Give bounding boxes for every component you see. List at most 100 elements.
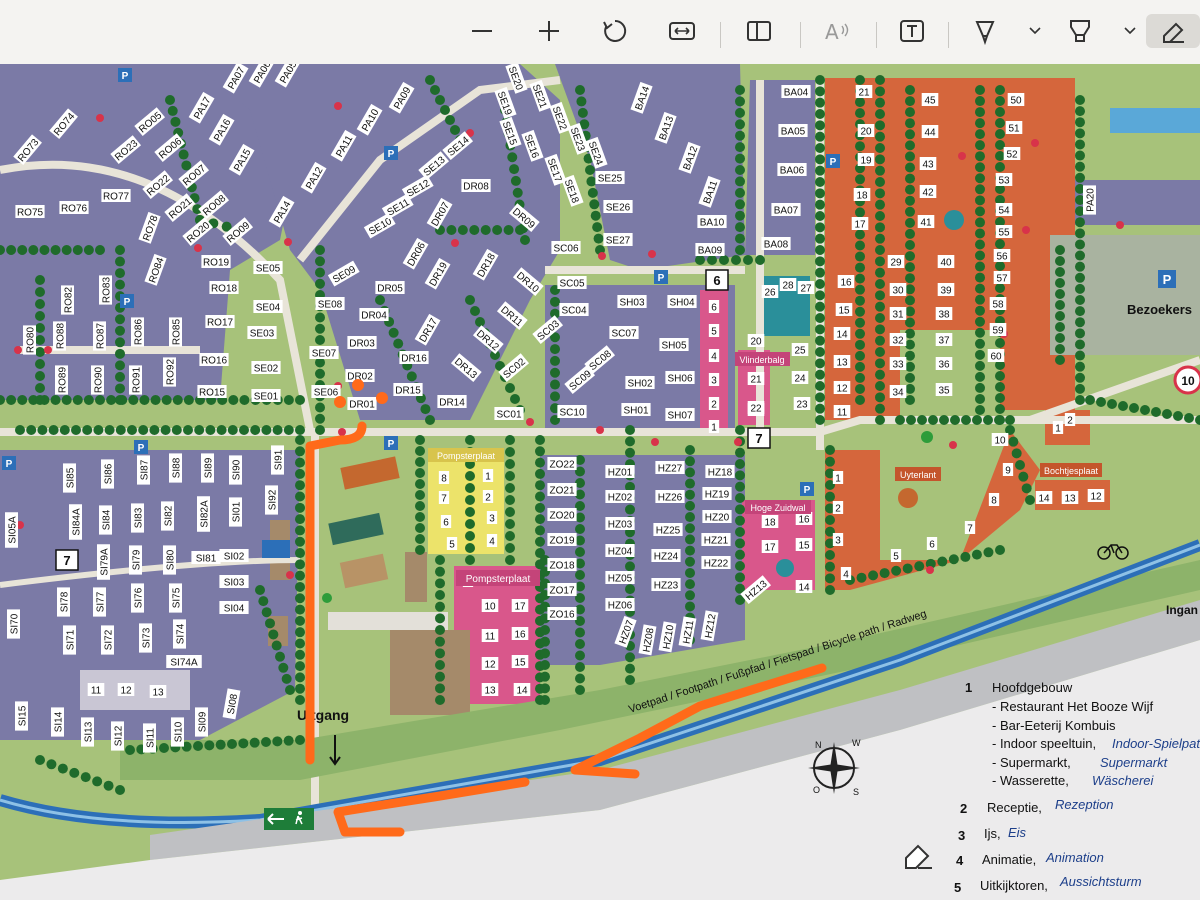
legend-de-3: Eis: [1008, 825, 1027, 840]
tree-dot: [825, 456, 835, 467]
lot-text: RO18: [211, 284, 238, 295]
lot-label: SE07: [309, 346, 339, 360]
tree-dot: [283, 425, 294, 435]
eraser-icon[interactable]: [1146, 14, 1200, 48]
tree-dot: [115, 256, 125, 267]
tree-dot: [435, 671, 445, 682]
lot-text: ZO19: [549, 536, 574, 547]
tree-dot: [815, 131, 825, 142]
tree-dot: [902, 563, 913, 574]
svg-text:P: P: [124, 297, 131, 308]
plus-icon[interactable]: [532, 14, 566, 48]
tree-dot: [625, 584, 635, 595]
tree-dot: [735, 153, 745, 164]
lot-text: SH03: [619, 298, 644, 309]
tree-dot: [465, 295, 475, 305]
lot-text: BA07: [774, 206, 799, 217]
lot-text: 14: [798, 583, 810, 594]
tree-dot: [1055, 278, 1065, 288]
lot-text: 30: [892, 286, 904, 297]
lot-text: 27: [800, 284, 812, 295]
tree-dot: [415, 446, 425, 456]
lot-text: 3: [835, 536, 841, 547]
tree-dot: [450, 125, 460, 135]
tree-dot: [216, 425, 227, 435]
tree-dot: [995, 338, 1005, 348]
tree-dot: [1008, 436, 1019, 447]
lot-text: 38: [938, 310, 950, 321]
tree-dot: [295, 525, 305, 536]
red-dot: [286, 571, 294, 579]
tree-dot: [505, 383, 515, 393]
tree-icon: [776, 559, 794, 577]
tree-dot: [975, 239, 985, 250]
lot-text: SI91: [274, 449, 285, 470]
lot-text: 36: [938, 360, 950, 371]
tree-dot: [905, 240, 915, 250]
lot-text: 15: [798, 541, 810, 552]
tree-dot: [430, 85, 440, 95]
lot-label: SE01: [251, 389, 281, 403]
tree-dot: [815, 109, 825, 119]
lot-label: SI74A: [166, 655, 202, 669]
read-aloud-icon[interactable]: A: [820, 14, 854, 48]
tree-dot: [115, 425, 126, 435]
bochtjesplaat-label: Bochtjesplaat: [1044, 466, 1099, 476]
lot-text: 15: [514, 658, 526, 669]
tree-dot: [295, 581, 305, 592]
lot-text: RO83: [102, 277, 113, 304]
highlighter-icon[interactable]: [1063, 14, 1097, 48]
lot-label: 18: [761, 515, 779, 529]
tree-dot: [815, 415, 825, 425]
tree-dot: [446, 225, 457, 235]
tree-dot: [95, 395, 105, 405]
tree-dot: [815, 267, 825, 278]
tree-dot: [875, 109, 885, 119]
lot-text: SI03: [224, 578, 245, 589]
lot-text: 25: [794, 346, 806, 357]
chevron-down-icon[interactable]: [1018, 14, 1052, 48]
tree-dot: [995, 283, 1005, 293]
tree-dot: [82, 425, 93, 435]
lot-label: SI75: [169, 583, 183, 613]
tree-dot: [875, 97, 885, 108]
tree-dot: [1075, 161, 1085, 172]
rotate-icon[interactable]: [598, 14, 632, 48]
lot-text: 12: [1090, 492, 1102, 503]
lot-label: 37: [935, 333, 953, 347]
tree-dot: [735, 130, 745, 141]
tree-dot: [295, 683, 305, 694]
tree-dot: [914, 561, 925, 572]
tree-dot: [315, 245, 325, 255]
tree-dot: [271, 640, 282, 651]
lot-text: 3: [711, 376, 717, 387]
fit-width-icon[interactable]: [665, 14, 699, 48]
tree-dot: [855, 141, 865, 152]
lot-text: SH01: [623, 406, 648, 417]
tree-dot: [510, 175, 521, 186]
pen-icon[interactable]: [968, 14, 1002, 48]
tree-dot: [445, 115, 455, 125]
lot-text: 2: [1067, 416, 1073, 427]
page-view-icon[interactable]: [742, 14, 776, 48]
tree-dot: [61, 395, 72, 405]
tree-dot: [540, 683, 550, 694]
minus-icon[interactable]: [465, 14, 499, 48]
tree-dot: [735, 527, 745, 537]
tree-dot: [315, 256, 325, 267]
text-box-icon[interactable]: [895, 14, 929, 48]
lot-label: SE26: [603, 200, 633, 214]
tree-dot: [815, 75, 825, 85]
lot-label: 1: [482, 469, 494, 483]
lot-text: 28: [782, 281, 794, 292]
lot-label: SI87: [137, 455, 151, 485]
chevron-down-icon[interactable]: [1113, 14, 1147, 48]
tree-dot: [975, 250, 985, 261]
lot-text: RO90: [94, 367, 105, 394]
tree-dot: [183, 425, 193, 435]
lot-label: SE05: [253, 261, 283, 275]
tree-dot: [35, 395, 45, 405]
red-dot: [648, 250, 656, 258]
tree-dot: [128, 395, 139, 405]
tree-dot: [35, 311, 45, 321]
